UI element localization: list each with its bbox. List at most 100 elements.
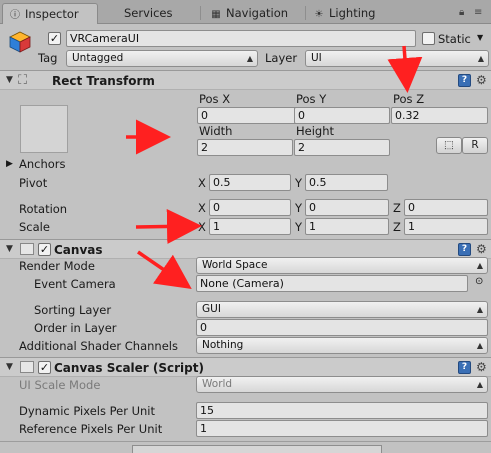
tab-services-label: Services [124, 6, 173, 20]
canvas-header[interactable]: ▼ ✓ Canvas ? ⚙ [0, 239, 491, 259]
tab-lighting[interactable]: ☀ Lighting [313, 3, 413, 24]
sorting-layer-dropdown[interactable]: GUI ▲ [196, 301, 488, 318]
render-mode-value: World Space [202, 259, 268, 271]
canvas-scaler-enabled-checkbox[interactable]: ✓ [38, 361, 51, 374]
canvas-scaler-title: Canvas Scaler (Script) [54, 361, 204, 375]
rect-transform-icon: ⛶ [18, 73, 28, 88]
gear-icon[interactable]: ⚙ [476, 360, 487, 374]
rotation-z-field[interactable]: 0 [404, 199, 488, 216]
chevron-down-icon: ▲ [476, 380, 483, 389]
foldout-arrow-icon[interactable]: ▼ [6, 362, 13, 372]
rotation-z-axis-label: Z [393, 201, 401, 215]
object-picker-icon[interactable]: ⊙ [475, 276, 483, 287]
pivot-label: Pivot [19, 176, 48, 190]
menu-icon[interactable]: ≡ [474, 7, 482, 18]
pos-y-label: Pos Y [296, 92, 327, 106]
lighting-icon: ☀ [314, 9, 324, 20]
event-camera-label: Event Camera [34, 277, 116, 291]
canvas-component-icon [20, 243, 34, 255]
gameobject-cube-icon [8, 30, 32, 54]
sorting-layer-label: Sorting Layer [34, 303, 112, 317]
order-in-layer-field[interactable]: 0 [196, 319, 488, 336]
tag-value: Untagged [72, 52, 124, 64]
info-icon: ⓘ [10, 10, 20, 21]
static-dropdown-arrow-icon[interactable]: ▼ [477, 33, 483, 42]
anchors-label[interactable]: Anchors [19, 157, 66, 171]
height-label: Height [296, 124, 335, 138]
dynamic-ppu-field[interactable]: 15 [196, 402, 488, 419]
anchors-foldout-icon[interactable]: ▶ [6, 159, 13, 169]
raw-edit-mode-button[interactable]: R [462, 137, 488, 154]
scale-y-field[interactable]: 1 [305, 218, 389, 235]
tab-separator [305, 6, 306, 20]
gameobject-name-field[interactable]: VRCameraUI [66, 30, 416, 47]
render-mode-dropdown[interactable]: World Space ▲ [196, 257, 488, 274]
chevron-down-icon: ▲ [476, 341, 483, 350]
tab-separator [200, 6, 201, 20]
chevron-down-icon: ▲ [246, 54, 253, 63]
order-in-layer-label: Order in Layer [34, 321, 117, 335]
annotation-arrow-scale [135, 208, 202, 244]
script-icon [20, 361, 34, 373]
width-label: Width [199, 124, 233, 138]
static-checkbox[interactable] [422, 32, 435, 45]
canvas-scaler-header[interactable]: ▼ ✓ Canvas Scaler (Script) ? ⚙ [0, 357, 491, 377]
tab-inspector[interactable]: ⓘ Inspector [2, 3, 98, 24]
foldout-arrow-icon[interactable]: ▼ [6, 75, 13, 85]
pos-z-label: Pos Z [393, 92, 425, 106]
gear-icon[interactable]: ⚙ [476, 242, 487, 256]
gear-icon[interactable]: ⚙ [476, 73, 487, 87]
rotation-label: Rotation [19, 202, 68, 216]
pivot-y-field[interactable]: 0.5 [305, 174, 388, 191]
pos-y-field[interactable]: 0 [294, 107, 390, 124]
anchor-presets-button[interactable] [20, 105, 68, 153]
layer-dropdown[interactable]: UI ▲ [305, 50, 489, 67]
reference-ppu-label: Reference Pixels Per Unit [19, 422, 163, 436]
blueprint-mode-button[interactable]: ⬚ [436, 137, 462, 154]
tab-navigation[interactable]: ▦ Navigation [210, 3, 310, 24]
navigation-icon: ▦ [211, 9, 221, 20]
scale-y-axis-label: Y [295, 220, 303, 234]
layer-value: UI [311, 52, 322, 64]
scale-z-field[interactable]: 1 [404, 218, 488, 235]
foldout-arrow-icon[interactable]: ▼ [6, 244, 13, 254]
component-divider [0, 441, 491, 442]
pos-z-field[interactable]: 0.32 [391, 107, 488, 124]
rotation-x-axis-label: X [198, 201, 206, 215]
sorting-layer-value: GUI [202, 303, 221, 315]
ui-scale-mode-label: UI Scale Mode [19, 378, 101, 392]
canvas-enabled-checkbox[interactable]: ✓ [38, 243, 51, 256]
lock-icon[interactable]: 🔒︎ [459, 7, 464, 18]
render-mode-label: Render Mode [19, 259, 95, 273]
pos-x-label: Pos X [199, 92, 231, 106]
ui-scale-mode-dropdown: World ▲ [196, 376, 488, 393]
rotation-x-field[interactable]: 0 [209, 199, 291, 216]
help-icon[interactable]: ? [458, 74, 471, 87]
pivot-x-field[interactable]: 0.5 [209, 174, 291, 191]
width-field[interactable]: 2 [197, 139, 293, 156]
reference-ppu-field[interactable]: 1 [196, 420, 488, 437]
pivot-y-axis-label: Y [295, 176, 303, 190]
add-component-button[interactable] [132, 445, 382, 453]
scale-x-field[interactable]: 1 [209, 218, 291, 235]
tag-label: Tag [38, 51, 58, 65]
active-checkbox[interactable]: ✓ [48, 32, 61, 45]
layer-label: Layer [265, 51, 298, 65]
help-icon[interactable]: ? [458, 361, 471, 374]
help-icon[interactable]: ? [458, 243, 471, 256]
shader-channels-label: Additional Shader Channels [19, 339, 178, 353]
shader-channels-dropdown[interactable]: Nothing ▲ [196, 337, 488, 354]
rotation-y-axis-label: Y [295, 201, 303, 215]
static-label: Static [438, 32, 471, 46]
canvas-title: Canvas [54, 243, 103, 257]
rect-transform-title: Rect Transform [52, 74, 155, 88]
tag-dropdown[interactable]: Untagged ▲ [66, 50, 258, 67]
rotation-y-field[interactable]: 0 [305, 199, 389, 216]
event-camera-field[interactable]: None (Camera) [196, 275, 468, 292]
pivot-x-axis-label: X [198, 176, 206, 190]
height-field[interactable]: 2 [294, 139, 390, 156]
tab-inspector-label: Inspector [25, 7, 79, 21]
tab-services[interactable]: Services [108, 3, 196, 24]
rect-transform-header[interactable]: ▼ ⛶ Rect Transform ? ⚙ [0, 70, 491, 90]
scale-x-axis-label: X [198, 220, 206, 234]
